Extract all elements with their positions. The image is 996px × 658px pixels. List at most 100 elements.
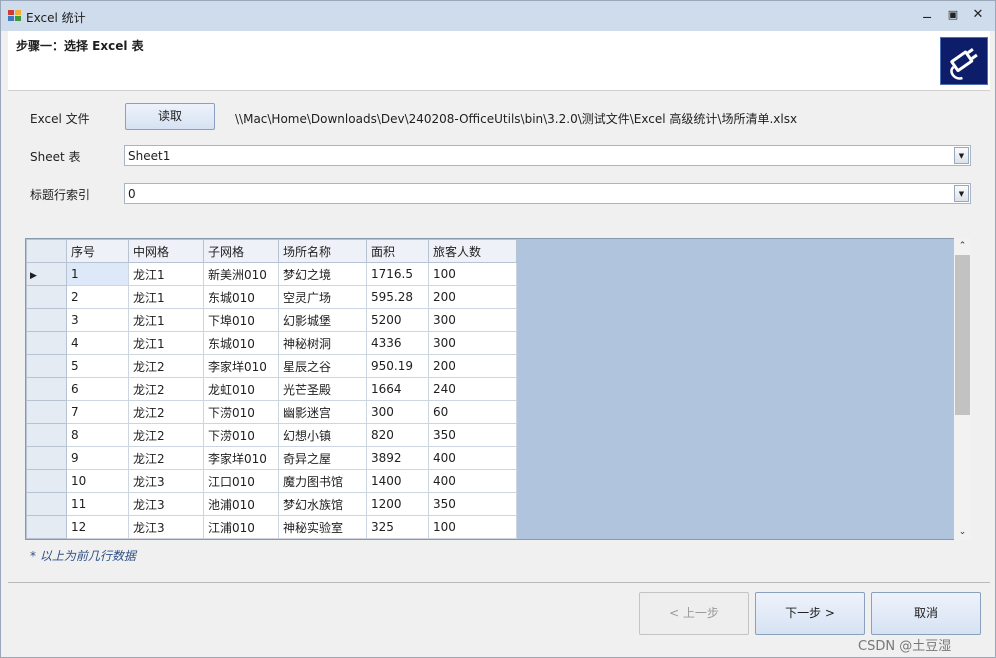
table-cell[interactable]: 2 [66,285,129,309]
table-cell[interactable]: 幽影迷宫 [278,400,367,424]
table-cell[interactable]: 新美洲010 [203,262,279,286]
chevron-down-icon[interactable]: ▼ [954,147,969,164]
prev-button[interactable]: < 上一步 [639,592,749,635]
row-header[interactable] [26,377,67,401]
table-cell[interactable]: 空灵广场 [278,285,367,309]
table-cell[interactable]: 1716.5 [366,262,429,286]
table-cell[interactable]: 龙江2 [128,377,204,401]
grid-vertical-scrollbar[interactable]: ⌃ ⌄ [954,238,971,540]
row-header[interactable] [26,354,67,378]
table-cell[interactable]: 5200 [366,308,429,332]
table-row[interactable]: 8 龙江2 下涝010 幻想小镇 820 350 [26,423,517,447]
table-cell[interactable]: 350 [428,423,517,447]
table-cell[interactable]: 龙江2 [128,446,204,470]
table-cell[interactable]: 龙江2 [128,400,204,424]
table-cell[interactable]: 龙江1 [128,308,204,332]
row-header[interactable]: ▶ [26,262,67,286]
row-header[interactable] [26,285,67,309]
table-cell[interactable]: 325 [366,515,429,539]
table-cell[interactable]: 星辰之谷 [278,354,367,378]
scrollbar-thumb[interactable] [955,255,970,415]
next-button[interactable]: 下一步 > [755,592,865,635]
table-cell[interactable]: 李家垟010 [203,354,279,378]
table-cell[interactable]: 1400 [366,469,429,493]
table-cell[interactable]: 1 [66,262,129,286]
row-header[interactable] [26,469,67,493]
row-header[interactable] [26,446,67,470]
table-cell[interactable]: 4 [66,331,129,355]
table-row[interactable]: 10 龙江3 江口010 魔力图书馆 1400 400 [26,469,517,493]
table-cell[interactable]: 神秘树洞 [278,331,367,355]
column-header[interactable]: 面积 [366,239,429,263]
table-cell[interactable]: 龙江3 [128,492,204,516]
column-header[interactable]: 序号 [66,239,129,263]
table-cell[interactable]: 龙江3 [128,469,204,493]
table-cell[interactable]: 下涝010 [203,423,279,447]
column-header[interactable]: 中网格 [128,239,204,263]
table-row[interactable]: 9 龙江2 李家垟010 奇异之屋 3892 400 [26,446,517,470]
table-cell[interactable]: 李家垟010 [203,446,279,470]
table-cell[interactable]: 8 [66,423,129,447]
table-cell[interactable]: 神秘实验室 [278,515,367,539]
table-cell[interactable]: 东城010 [203,331,279,355]
table-cell[interactable]: 100 [428,262,517,286]
table-cell[interactable]: 400 [428,469,517,493]
column-header[interactable]: 场所名称 [278,239,367,263]
table-row[interactable]: 4 龙江1 东城010 神秘树洞 4336 300 [26,331,517,355]
table-cell[interactable]: 11 [66,492,129,516]
row-header[interactable] [26,308,67,332]
table-cell[interactable]: 12 [66,515,129,539]
table-cell[interactable]: 1200 [366,492,429,516]
column-header[interactable]: 旅客人数 [428,239,517,263]
table-cell[interactable]: 江浦010 [203,515,279,539]
maximize-button[interactable]: ▣ [942,6,964,24]
table-cell[interactable]: 200 [428,285,517,309]
row-header[interactable] [26,331,67,355]
table-cell[interactable]: 3 [66,308,129,332]
table-cell[interactable]: 魔力图书馆 [278,469,367,493]
table-cell[interactable]: 10 [66,469,129,493]
table-cell[interactable]: 龙江1 [128,331,204,355]
table-cell[interactable]: 400 [428,446,517,470]
table-row[interactable]: ▶ 1 龙江1 新美洲010 梦幻之境 1716.5 100 [26,262,517,286]
table-cell[interactable]: 龙江1 [128,285,204,309]
table-cell[interactable]: 200 [428,354,517,378]
table-cell[interactable]: 池浦010 [203,492,279,516]
table-cell[interactable]: 龙江2 [128,423,204,447]
table-cell[interactable]: 60 [428,400,517,424]
table-row[interactable]: 11 龙江3 池浦010 梦幻水族馆 1200 350 [26,492,517,516]
table-cell[interactable]: 6 [66,377,129,401]
table-cell[interactable]: 下埠010 [203,308,279,332]
table-cell[interactable]: 820 [366,423,429,447]
table-cell[interactable]: 240 [428,377,517,401]
table-cell[interactable]: 下涝010 [203,400,279,424]
table-cell[interactable]: 江口010 [203,469,279,493]
table-row[interactable]: 7 龙江2 下涝010 幽影迷宫 300 60 [26,400,517,424]
table-cell[interactable]: 龙江1 [128,262,204,286]
table-cell[interactable]: 3892 [366,446,429,470]
table-cell[interactable]: 1664 [366,377,429,401]
table-cell[interactable]: 5 [66,354,129,378]
scroll-down-icon[interactable]: ⌄ [954,524,971,540]
table-row[interactable]: 3 龙江1 下埠010 幻影城堡 5200 300 [26,308,517,332]
table-cell[interactable]: 龙江3 [128,515,204,539]
table-cell[interactable]: 梦幻水族馆 [278,492,367,516]
table-cell[interactable]: 350 [428,492,517,516]
table-cell[interactable]: 幻想小镇 [278,423,367,447]
table-row[interactable]: 5 龙江2 李家垟010 星辰之谷 950.19 200 [26,354,517,378]
table-cell[interactable]: 100 [428,515,517,539]
table-cell[interactable]: 龙江2 [128,354,204,378]
table-row[interactable]: 12 龙江3 江浦010 神秘实验室 325 100 [26,515,517,539]
close-button[interactable]: ✕ [967,6,989,24]
table-row[interactable]: 6 龙江2 龙虹010 光芒圣殿 1664 240 [26,377,517,401]
table-cell[interactable]: 龙虹010 [203,377,279,401]
table-cell[interactable]: 幻影城堡 [278,308,367,332]
table-cell[interactable]: 4336 [366,331,429,355]
sheet-select[interactable]: Sheet1 ▼ [124,145,971,166]
row-header[interactable] [26,492,67,516]
table-cell[interactable]: 595.28 [366,285,429,309]
table-cell[interactable]: 光芒圣殿 [278,377,367,401]
table-row[interactable]: 2 龙江1 东城010 空灵广场 595.28 200 [26,285,517,309]
table-cell[interactable]: 950.19 [366,354,429,378]
header-index-select[interactable]: 0 ▼ [124,183,971,204]
